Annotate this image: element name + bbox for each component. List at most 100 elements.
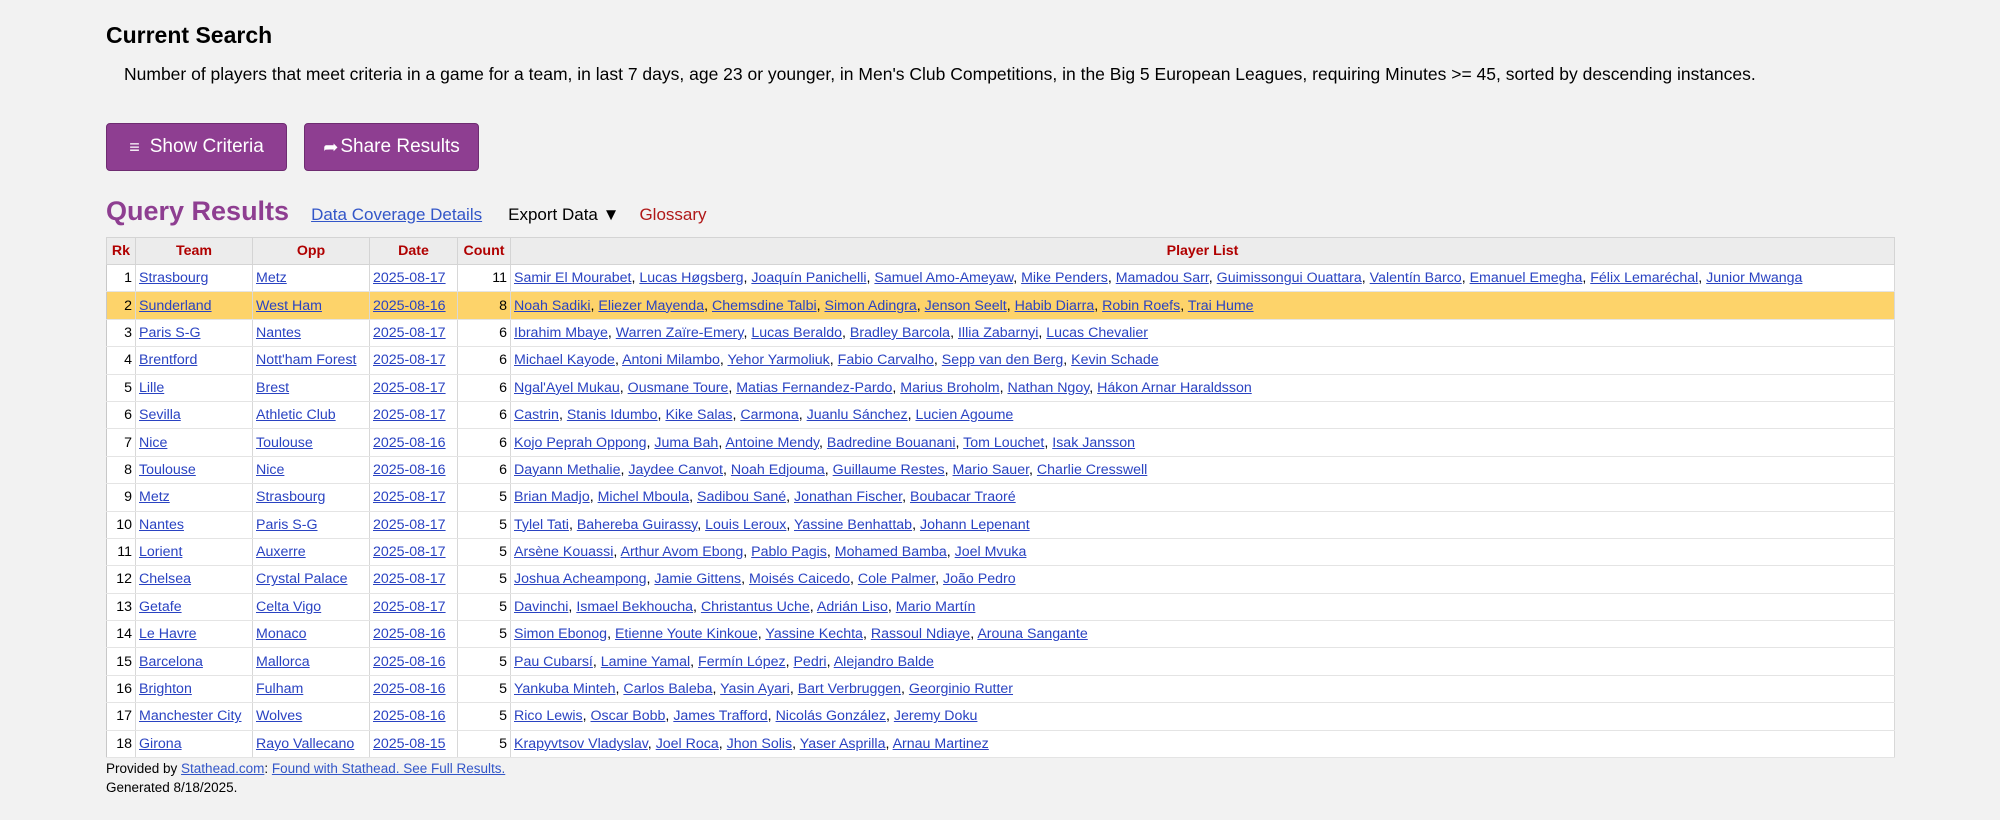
player-link[interactable]: Yassine Benhattab [794, 517, 912, 533]
team-link[interactable]: Barcelona [139, 654, 203, 670]
team-link[interactable]: Strasbourg [139, 270, 208, 286]
player-link[interactable]: Michael Kayode [514, 352, 615, 368]
player-link[interactable]: Bradley Barcola [850, 325, 950, 341]
team-link[interactable]: Metz [139, 489, 170, 505]
team-link[interactable]: Lille [139, 380, 164, 396]
player-link[interactable]: Fermín López [698, 654, 786, 670]
player-link[interactable]: Jaydee Canvot [628, 462, 723, 478]
date-link[interactable]: 2025-08-16 [373, 435, 446, 451]
glossary-link[interactable]: Glossary [639, 205, 706, 225]
player-link[interactable]: Samuel Amo-Ameyaw [874, 270, 1013, 286]
team-link[interactable]: Nantes [139, 517, 184, 533]
player-link[interactable]: Ngal'Ayel Mukau [514, 380, 620, 396]
player-link[interactable]: Dayann Methalie [514, 462, 620, 478]
date-link[interactable]: 2025-08-17 [373, 571, 446, 587]
player-link[interactable]: Félix Lemaréchal [1590, 270, 1698, 286]
player-link[interactable]: Lucas Chevalier [1046, 325, 1148, 341]
player-link[interactable]: Badredine Bouanani [827, 435, 956, 451]
player-link[interactable]: Mamadou Sarr [1116, 270, 1209, 286]
player-link[interactable]: Lucien Agoume [915, 407, 1013, 423]
player-link[interactable]: Joaquín Panichelli [751, 270, 866, 286]
player-link[interactable]: Kike Salas [665, 407, 732, 423]
opponent-link[interactable]: Strasbourg [256, 489, 325, 505]
player-link[interactable]: Christantus Uche [701, 599, 810, 615]
date-link[interactable]: 2025-08-16 [373, 681, 446, 697]
opponent-link[interactable]: Toulouse [256, 435, 313, 451]
player-link[interactable]: Kojo Peprah Oppong [514, 435, 647, 451]
player-link[interactable]: Georginio Rutter [909, 681, 1013, 697]
player-link[interactable]: Mario Sauer [953, 462, 1030, 478]
player-link[interactable]: Chemsdine Talbi [712, 298, 817, 314]
player-link[interactable]: Arthur Avom Ebong [620, 544, 743, 560]
player-link[interactable]: Lucas Beraldo [751, 325, 842, 341]
player-link[interactable]: Moisés Caicedo [749, 571, 850, 587]
player-link[interactable]: Noah Edjouma [731, 462, 825, 478]
date-link[interactable]: 2025-08-17 [373, 489, 446, 505]
player-link[interactable]: Tylel Tati [514, 517, 569, 533]
date-link[interactable]: 2025-08-16 [373, 708, 446, 724]
player-link[interactable]: Simon Ebonog [514, 626, 607, 642]
player-link[interactable]: Sepp van den Berg [942, 352, 1063, 368]
player-link[interactable]: Etienne Youte Kinkoue [615, 626, 758, 642]
player-link[interactable]: Krapyvtsov Vladyslav [514, 736, 648, 752]
team-link[interactable]: Sunderland [139, 298, 212, 314]
player-link[interactable]: Yankuba Minteh [514, 681, 615, 697]
team-link[interactable]: Getafe [139, 599, 182, 615]
player-link[interactable]: Yasin Ayari [720, 681, 790, 697]
player-link[interactable]: Lucas Høgsberg [639, 270, 743, 286]
player-link[interactable]: Castrin [514, 407, 559, 423]
player-link[interactable]: Habib Diarra [1015, 298, 1095, 314]
player-link[interactable]: Arsène Kouassi [514, 544, 613, 560]
player-link[interactable]: Bahereba Guirassy [577, 517, 697, 533]
player-link[interactable]: Ibrahim Mbaye [514, 325, 608, 341]
player-link[interactable]: Nicolás González [776, 708, 886, 724]
column-header-count[interactable]: Count [457, 237, 511, 265]
player-link[interactable]: Samir El Mourabet [514, 270, 631, 286]
player-link[interactable]: Carmona [740, 407, 798, 423]
opponent-link[interactable]: Nantes [256, 325, 301, 341]
player-link[interactable]: Pau Cubarsí [514, 654, 593, 670]
opponent-link[interactable]: Celta Vigo [256, 599, 321, 615]
team-link[interactable]: Manchester City [139, 708, 242, 724]
player-link[interactable]: Boubacar Traoré [910, 489, 1016, 505]
team-link[interactable]: Nice [139, 435, 167, 451]
player-link[interactable]: Mario Martín [896, 599, 976, 615]
date-link[interactable]: 2025-08-17 [373, 270, 446, 286]
player-link[interactable]: Louis Leroux [705, 517, 786, 533]
opponent-link[interactable]: Brest [256, 380, 289, 396]
player-link[interactable]: Fabio Carvalho [838, 352, 934, 368]
player-link[interactable]: Antoni Milambo [622, 352, 720, 368]
team-link[interactable]: Toulouse [139, 462, 196, 478]
player-link[interactable]: Davinchi [514, 599, 568, 615]
player-link[interactable]: Guimissongui Ouattara [1217, 270, 1362, 286]
opponent-link[interactable]: Crystal Palace [256, 571, 347, 587]
team-link[interactable]: Chelsea [139, 571, 191, 587]
opponent-link[interactable]: Nott'ham Forest [256, 352, 356, 368]
player-link[interactable]: Pablo Pagis [751, 544, 827, 560]
player-link[interactable]: Oscar Bobb [591, 708, 666, 724]
player-link[interactable]: Emanuel Emegha [1470, 270, 1583, 286]
team-link[interactable]: Lorient [139, 544, 182, 560]
player-link[interactable]: Simon Adingra [825, 298, 917, 314]
player-link[interactable]: James Trafford [673, 708, 767, 724]
player-link[interactable]: Valentín Barco [1370, 270, 1462, 286]
player-link[interactable]: Guillaume Restes [833, 462, 945, 478]
player-link[interactable]: Jenson Seelt [925, 298, 1007, 314]
player-link[interactable]: João Pedro [943, 571, 1016, 587]
date-link[interactable]: 2025-08-17 [373, 325, 446, 341]
player-link[interactable]: Nathan Ngoy [1008, 380, 1090, 396]
player-link[interactable]: Joel Mvuka [955, 544, 1027, 560]
player-link[interactable]: Juanlu Sánchez [807, 407, 908, 423]
full-results-link[interactable]: Found with Stathead. See Full Results. [272, 761, 505, 776]
opponent-link[interactable]: Nice [256, 462, 284, 478]
player-link[interactable]: Hákon Arnar Haraldsson [1097, 380, 1252, 396]
player-link[interactable]: Warren Zaïre-Emery [616, 325, 744, 341]
player-link[interactable]: Juma Bah [654, 435, 718, 451]
column-header-team[interactable]: Team [135, 237, 253, 265]
show-criteria-button[interactable]: ≡ Show Criteria [106, 123, 287, 171]
player-link[interactable]: Arouna Sangante [977, 626, 1087, 642]
export-data-dropdown[interactable]: Export Data ▼ [508, 205, 619, 225]
date-link[interactable]: 2025-08-15 [373, 736, 446, 752]
player-link[interactable]: Joel Roca [656, 736, 719, 752]
player-link[interactable]: Illia Zabarnyi [958, 325, 1038, 341]
